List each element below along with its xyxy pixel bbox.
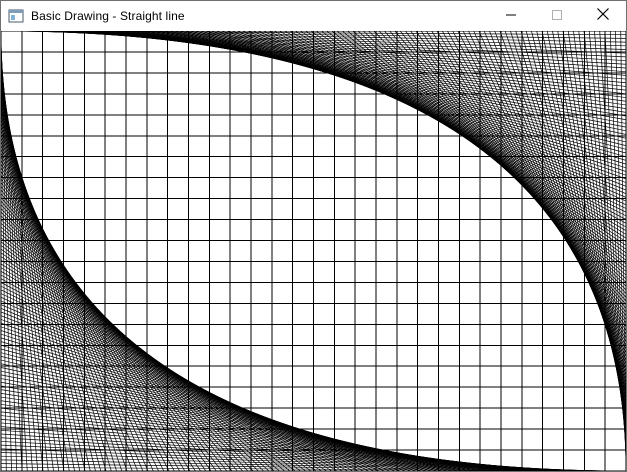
drawing-canvas[interactable] — [1, 31, 626, 471]
close-icon — [597, 7, 609, 25]
maximize-button[interactable] — [534, 1, 580, 31]
window-controls — [488, 1, 626, 31]
close-button[interactable] — [580, 1, 626, 31]
minimize-icon — [506, 7, 516, 25]
window-title: Basic Drawing - Straight line — [31, 9, 185, 23]
app-window: Basic Drawing - Straight line — [0, 0, 627, 472]
minimize-button[interactable] — [488, 1, 534, 31]
app-window-icon — [8, 8, 24, 24]
maximize-icon — [552, 7, 562, 25]
title-bar[interactable]: Basic Drawing - Straight line — [1, 1, 626, 31]
drawing-svg — [1, 31, 626, 471]
